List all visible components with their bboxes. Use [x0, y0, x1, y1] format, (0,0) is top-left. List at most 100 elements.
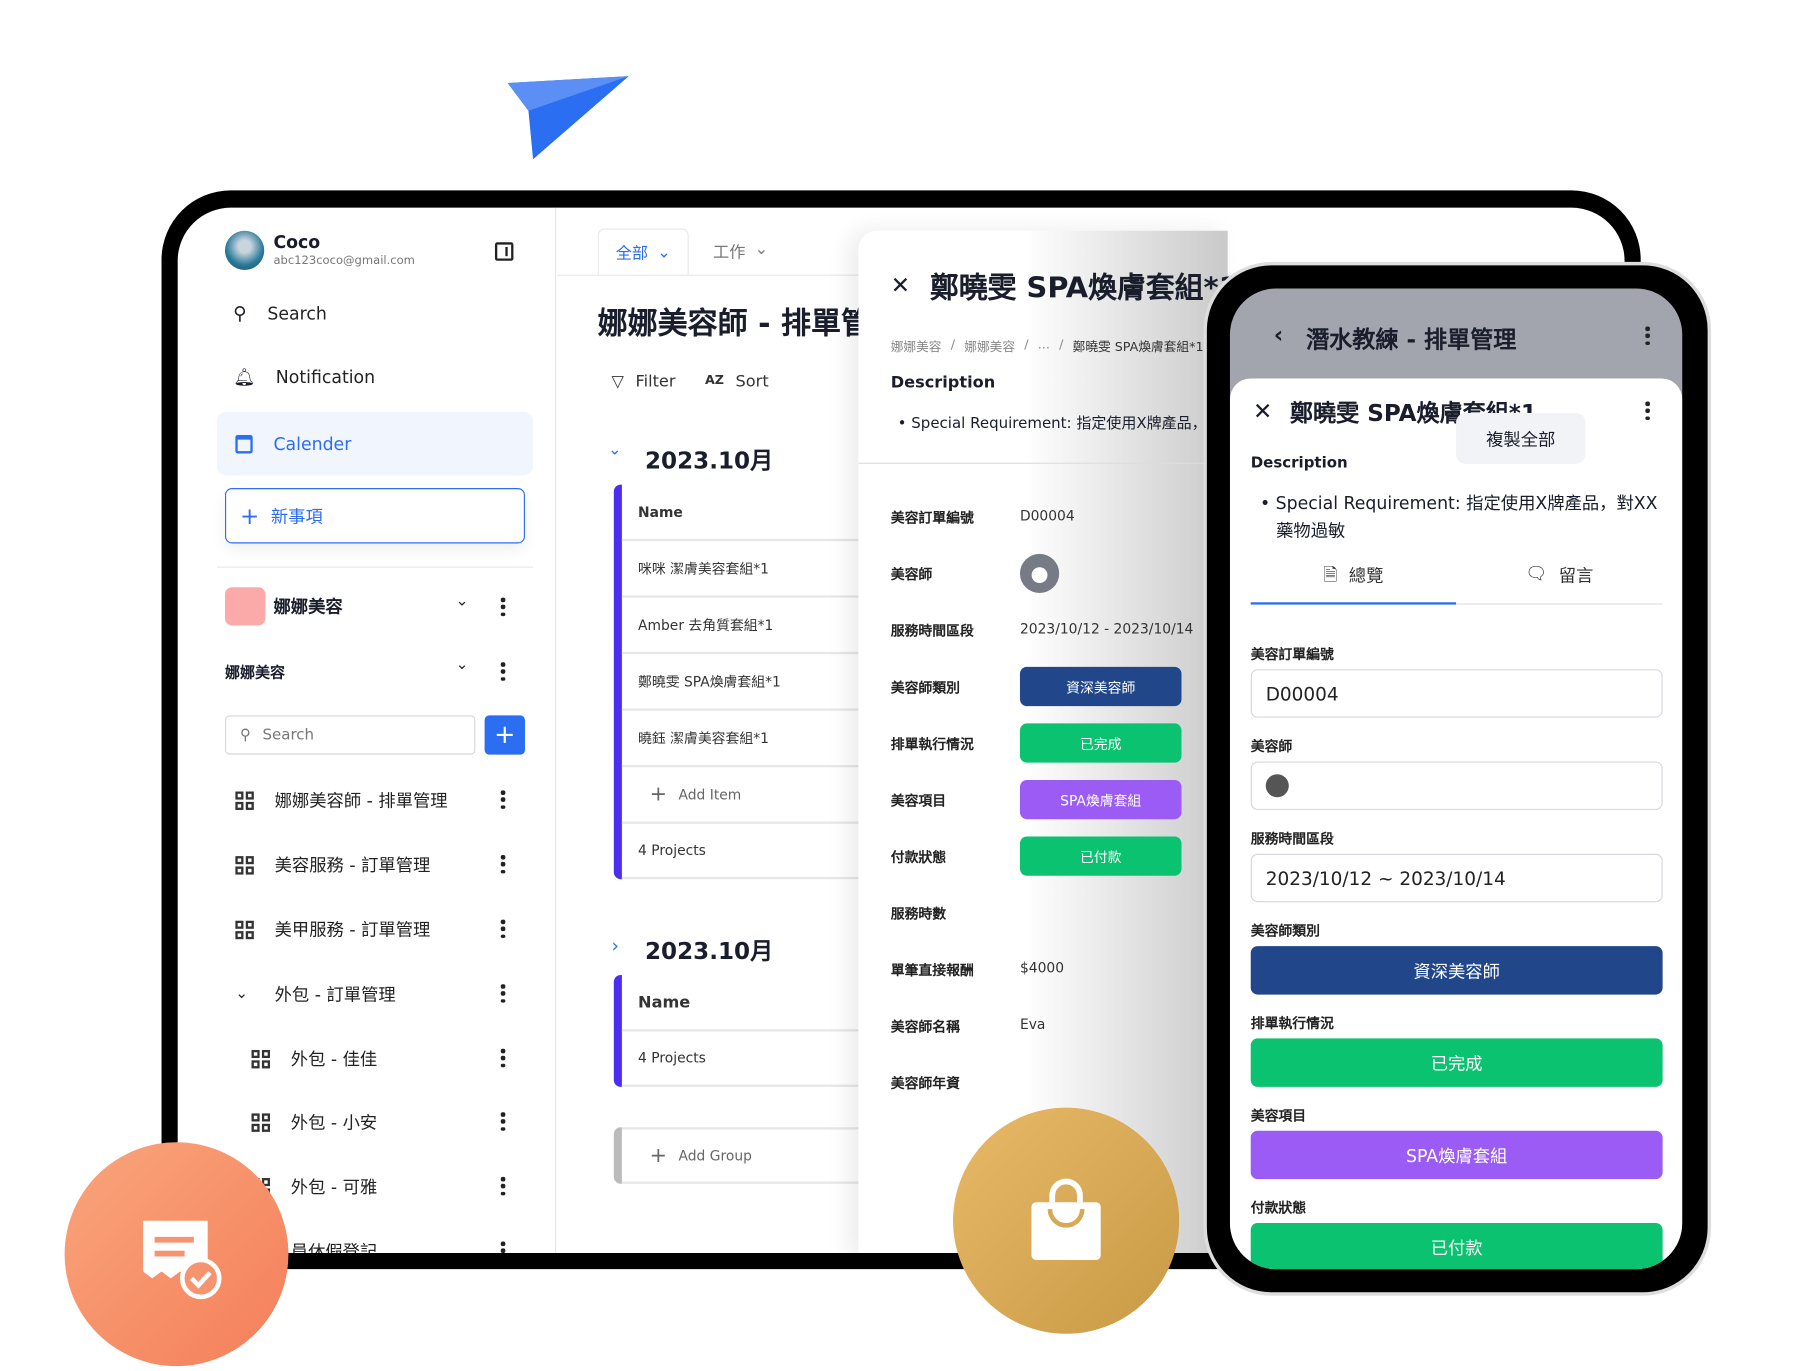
close-icon[interactable]: ✕: [1253, 397, 1272, 425]
status-badge[interactable]: 資深美容師: [1250, 946, 1663, 995]
description-label: Description: [1250, 454, 1348, 472]
field-label: 美容訂單編號: [890, 509, 974, 527]
table-row[interactable]: Amber 去角質套組*1: [621, 598, 899, 655]
workspace-name: 娜娜美容: [273, 596, 343, 618]
field-label: 美容師類別: [890, 679, 960, 696]
field-input[interactable]: 2023/10/12 ~ 2023/10/14: [1250, 853, 1663, 903]
copy-all-tooltip[interactable]: 複製全部: [1456, 413, 1586, 464]
add-button[interactable]: +: [484, 715, 525, 755]
search-icon: ⚲: [233, 302, 247, 325]
tab-work[interactable]: 工作 ⌄: [713, 240, 768, 263]
sidebar-calender[interactable]: Calender: [216, 411, 534, 476]
group-toggle-chevron-down-icon[interactable]: ⌄: [608, 441, 622, 459]
assignee-field[interactable]: [1250, 761, 1663, 810]
plus-icon: +: [239, 501, 260, 530]
status-badge[interactable]: 已完成: [1250, 1038, 1663, 1087]
board-icon: [251, 1049, 270, 1068]
more-icon[interactable]: [501, 1176, 506, 1196]
sidebar-board-item[interactable]: 美甲服務 - 訂單管理: [235, 917, 430, 941]
field-label: 美容師: [890, 566, 933, 583]
sidebar-board-item[interactable]: 娜娜美容師 - 排單管理: [235, 788, 448, 812]
table-header: Name: [621, 485, 899, 542]
sidebar-board-item[interactable]: 外包 - 佳佳: [251, 1046, 377, 1070]
status-badge[interactable]: 已付款: [1019, 836, 1182, 876]
phone-header-title: 潛水教練 - 排單管理: [1306, 325, 1517, 354]
group-title: 2023.10月: [644, 936, 774, 965]
field-value: 2023/10/12 - 2023/10/14: [1019, 620, 1194, 637]
field-label: 排單執行情況: [890, 736, 974, 753]
back-icon[interactable]: ‹: [1274, 321, 1284, 349]
table-row[interactable]: 鄭曉雯 SPA煥膚套組*1: [621, 654, 899, 711]
receipt-check-badge: [64, 1142, 289, 1367]
sidebar-search[interactable]: ⚲ Search: [233, 302, 327, 324]
status-badge[interactable]: SPA煥膚套組: [1250, 1130, 1663, 1180]
more-icon[interactable]: [501, 597, 506, 617]
page-title: 娜娜美容師 - 排單管理: [597, 306, 902, 342]
chevron-down-icon: ⌄: [754, 239, 769, 259]
table-header: Name: [621, 975, 899, 1032]
workspace-color-icon: [224, 587, 266, 626]
field-value: Eva: [1019, 1016, 1046, 1033]
group-bar: [613, 484, 622, 880]
more-icon[interactable]: [501, 919, 506, 939]
group-toggle-chevron-right-icon[interactable]: ›: [612, 935, 619, 957]
collapse-sidebar-icon[interactable]: [494, 242, 514, 261]
breadcrumb-item[interactable]: ...: [1038, 337, 1050, 355]
add-item-button[interactable]: + Add Item: [621, 767, 899, 824]
chevron-down-icon[interactable]: ⌄: [456, 657, 469, 674]
more-icon[interactable]: [501, 984, 506, 1003]
sidebar-board-item[interactable]: ⌄ 外包 - 訂單管理: [235, 982, 395, 1006]
calendar-icon: [235, 434, 253, 453]
more-icon[interactable]: [501, 854, 506, 874]
chevron-down-icon[interactable]: ⌄: [456, 593, 469, 610]
group-footer: 4 Projects: [621, 824, 899, 880]
avatar[interactable]: [224, 230, 265, 270]
tab-all[interactable]: 全部 ⌄: [597, 228, 689, 275]
add-group-button[interactable]: + Add Group: [621, 1127, 899, 1184]
close-icon[interactable]: ✕: [891, 271, 910, 299]
sidebar-board-item[interactable]: 外包 - 小安: [251, 1110, 377, 1134]
more-icon[interactable]: [1645, 326, 1650, 345]
sidebar-search-input[interactable]: ⚲ Search: [224, 715, 476, 755]
more-icon[interactable]: [501, 790, 506, 809]
status-badge[interactable]: 資深美容師: [1019, 666, 1182, 707]
chevron-down-icon[interactable]: ⌄: [235, 985, 253, 1002]
status-badge[interactable]: 已完成: [1019, 723, 1182, 763]
field-label: 單筆直接報酬: [890, 962, 974, 979]
document-search-icon: 🗎︎: [1323, 564, 1338, 585]
more-icon[interactable]: [501, 662, 506, 681]
breadcrumb-item[interactable]: 娜娜美容: [891, 337, 942, 355]
table-row[interactable]: 曉鈺 潔膚美容套組*1: [621, 711, 899, 768]
new-item-button[interactable]: + 新事項: [224, 488, 525, 544]
status-badge[interactable]: SPA煥膚套組: [1019, 779, 1182, 820]
phone-frame: ‹ 潛水教練 - 排單管理 ✕ 鄭曉雯 SPA煥膚套組*1 複製全部 Descr…: [1206, 265, 1708, 1293]
breadcrumb-item[interactable]: 娜娜美容: [964, 337, 1015, 355]
field-input[interactable]: D00004: [1250, 669, 1663, 718]
sort-button[interactable]: AZ Sort: [705, 373, 769, 391]
group-footer: 4 Projects: [621, 1031, 899, 1087]
plus-icon: +: [649, 1143, 668, 1168]
field-label: 付款狀態: [1250, 1199, 1307, 1217]
assignee-avatar-icon[interactable]: ●: [1019, 553, 1060, 594]
tab-overview[interactable]: 🗎︎ 總覽: [1250, 563, 1457, 605]
detail-panel: ✕ 鄭曉雯 SPA煥膚套組*1 娜娜美容 / 娜娜美容 /... / 鄭曉雯 SPA煥膚套…: [858, 230, 1239, 1254]
more-icon[interactable]: [501, 1112, 506, 1131]
tab-comments[interactable]: 🗨︎ 留言: [1456, 563, 1663, 605]
filter-button[interactable]: ▽ Filter: [612, 373, 676, 391]
board-icon: [235, 920, 254, 939]
sidebar-board-item[interactable]: 美容服務 - 訂單管理: [235, 853, 430, 877]
shopping-bag-badge: [953, 1107, 1180, 1334]
group-bar: [613, 1127, 622, 1184]
breadcrumb-item: 鄭曉雯 SPA煥膚套組*1: [1072, 339, 1204, 355]
status-badge[interactable]: 已付款: [1250, 1223, 1663, 1270]
sidebar-notification[interactable]: 🔔︎ Notification: [233, 367, 375, 388]
user-circle-icon: [1265, 774, 1289, 798]
field-label: 服務時數: [890, 905, 947, 922]
more-icon[interactable]: [501, 1241, 506, 1253]
more-icon[interactable]: [1645, 401, 1650, 420]
more-icon[interactable]: [501, 1048, 506, 1068]
group-bar: [613, 974, 622, 1087]
sort-az-icon: AZ: [704, 372, 725, 388]
user-email: abc123coco@gmail.com: [273, 254, 415, 268]
table-row[interactable]: 咪咪 潔膚美容套組*1: [621, 541, 899, 598]
